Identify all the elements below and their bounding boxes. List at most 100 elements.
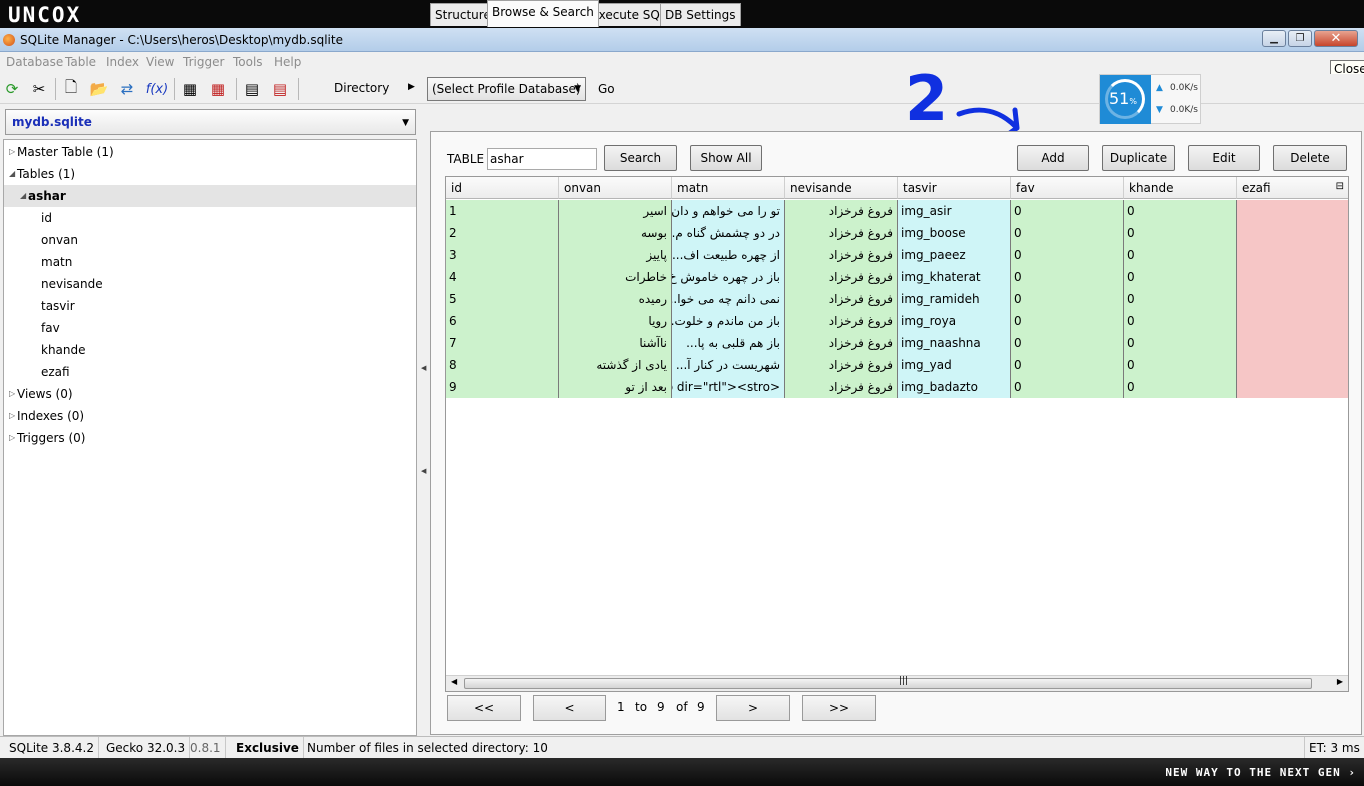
grid-cell-onvan[interactable]: یادی از گذشته [559, 354, 672, 376]
refresh-icon[interactable]: ⟳ [0, 78, 24, 100]
grid-cell-matn[interactable]: باز هم قلبی به پا... [672, 332, 785, 354]
tree-column[interactable]: nevisande [4, 273, 416, 295]
grid-cell-tasvir[interactable]: img_yad [898, 354, 1011, 376]
tree-column[interactable]: onvan [4, 229, 416, 251]
tab-db-settings[interactable]: DB Settings [660, 3, 741, 26]
grid-cell-onvan[interactable]: رویا [559, 310, 672, 332]
scrollbar-thumb[interactable]: ||| [464, 676, 1312, 689]
create-table-icon[interactable]: ▦ [178, 78, 202, 100]
grid-cell-fav[interactable]: 0 [1011, 266, 1124, 288]
grid-cell-onvan[interactable]: خاطرات [559, 266, 672, 288]
tree-column[interactable]: khande [4, 339, 416, 361]
menu-tools[interactable]: Tools [233, 55, 263, 69]
function-icon[interactable]: f(x) [143, 78, 171, 100]
tree-master-table[interactable]: ▷ Master Table (1) [4, 141, 416, 163]
grid-cell-tasvir[interactable]: img_boose [898, 222, 1011, 244]
grid-cell-id[interactable]: 9 [446, 376, 559, 398]
edit-button[interactable]: Edit [1188, 145, 1260, 171]
tree-column[interactable]: id [4, 207, 416, 229]
panel-splitter[interactable]: ◀ ◀ [420, 109, 428, 736]
grid-cell-matn[interactable]: باز من ماندم و خلوت... [672, 310, 785, 332]
menu-database[interactable]: Database [6, 55, 63, 69]
grid-cell-id[interactable]: 2 [446, 222, 559, 244]
duplicate-button[interactable]: Duplicate [1102, 145, 1175, 171]
tree-table-ashar[interactable]: ◢ ashar [4, 185, 416, 207]
grid-cell-ezafi[interactable] [1237, 310, 1348, 332]
grid-cell-ezafi[interactable] [1237, 376, 1348, 398]
connect-database-icon[interactable]: ⇄ [115, 78, 139, 100]
show-all-button[interactable]: Show All [690, 145, 762, 171]
grid-cell-khande[interactable]: 0 [1124, 266, 1237, 288]
tree-triggers[interactable]: ▷ Triggers (0) [4, 427, 416, 449]
grid-cell-onvan[interactable]: رمیده [559, 288, 672, 310]
grid-cell-id[interactable]: 4 [446, 266, 559, 288]
grid-cell-id[interactable]: 7 [446, 332, 559, 354]
scroll-left-icon[interactable]: ◀ [451, 677, 457, 686]
tab-browse-search[interactable]: Browse & Search [487, 0, 599, 27]
grid-cell-tasvir[interactable]: img_ramideh [898, 288, 1011, 310]
profile-database-select[interactable]: (Select Profile Database) ▼ [427, 77, 586, 101]
column-picker-icon[interactable]: ⊟ [1336, 181, 1344, 192]
menu-view[interactable]: View [146, 55, 174, 69]
grid-cell-tasvir[interactable]: img_paeez [898, 244, 1011, 266]
directory-button[interactable]: Directory [334, 81, 389, 95]
open-database-icon[interactable]: 📂 [87, 78, 111, 100]
grid-cell-nevisande[interactable]: فروغ فرخزاد [785, 244, 898, 266]
grid-cell-khande[interactable]: 0 [1124, 222, 1237, 244]
column-header-tasvir[interactable]: tasvir [898, 177, 1011, 199]
grid-cell-tasvir[interactable]: img_asir [898, 200, 1011, 222]
grid-cell-nevisande[interactable]: فروغ فرخزاد [785, 266, 898, 288]
grid-cell-fav[interactable]: 0 [1011, 222, 1124, 244]
drop-index-icon[interactable]: ▤ [268, 78, 292, 100]
grid-cell-ezafi[interactable] [1237, 354, 1348, 376]
grid-cell-id[interactable]: 6 [446, 310, 559, 332]
grid-cell-fav[interactable]: 0 [1011, 244, 1124, 266]
minimize-button[interactable]: ▁ [1262, 30, 1286, 47]
grid-cell-ezafi[interactable] [1237, 288, 1348, 310]
data-grid[interactable]: id onvan matn nevisande tasvir fav khande ezafi… [445, 176, 1349, 692]
column-header-onvan[interactable]: onvan [559, 177, 672, 199]
close-button[interactable]: ✕ [1314, 30, 1358, 47]
column-header-fav[interactable]: fav [1011, 177, 1124, 199]
column-header-matn[interactable]: matn [672, 177, 785, 199]
grid-cell-nevisande[interactable]: فروغ فرخزاد [785, 222, 898, 244]
grid-cell-id[interactable]: 3 [446, 244, 559, 266]
grid-cell-tasvir[interactable]: img_badazto [898, 376, 1011, 398]
grid-cell-fav[interactable]: 0 [1011, 354, 1124, 376]
next-page-button[interactable]: > [716, 695, 790, 721]
grid-cell-onvan[interactable]: اسیر [559, 200, 672, 222]
grid-cell-matn[interactable]: در دو چشمش گناه م... [672, 222, 785, 244]
grid-cell-matn[interactable]: نمی دانم چه می خوا... [672, 288, 785, 310]
tree-views[interactable]: ▷ Views (0) [4, 383, 416, 405]
grid-cell-ezafi[interactable] [1237, 200, 1348, 222]
menu-trigger[interactable]: Trigger [183, 55, 224, 69]
grid-cell-onvan[interactable]: ناآشنا [559, 332, 672, 354]
grid-cell-tasvir[interactable]: img_roya [898, 310, 1011, 332]
grid-cell-khande[interactable]: 0 [1124, 332, 1237, 354]
grid-cell-nevisande[interactable]: فروغ فرخزاد [785, 288, 898, 310]
prev-page-button[interactable]: < [533, 695, 606, 721]
tree-tables[interactable]: ◢ Tables (1) [4, 163, 416, 185]
go-button[interactable]: Go [598, 82, 615, 96]
column-header-ezafi[interactable]: ezafi [1237, 177, 1348, 199]
add-button[interactable]: Add [1017, 145, 1089, 171]
menu-help[interactable]: Help [274, 55, 301, 69]
grid-cell-ezafi[interactable] [1237, 244, 1348, 266]
last-page-button[interactable]: >> [802, 695, 876, 721]
create-index-icon[interactable]: ▤ [240, 78, 264, 100]
grid-cell-khande[interactable]: 0 [1124, 200, 1237, 222]
grid-cell-matn[interactable]: شهریست در کنار آ... [672, 354, 785, 376]
table-name-field[interactable]: ashar [487, 148, 597, 170]
grid-cell-matn[interactable]: تو را می خواهم و دان... [672, 200, 785, 222]
grid-cell-nevisande[interactable]: فروغ فرخزاد [785, 200, 898, 222]
grid-cell-matn[interactable]: <p dir="rtl"><stro... [672, 376, 785, 398]
grid-cell-khande[interactable]: 0 [1124, 288, 1237, 310]
database-select[interactable]: mydb.sqlite ▼ [5, 109, 416, 135]
grid-cell-id[interactable]: 5 [446, 288, 559, 310]
grid-cell-onvan[interactable]: پاییز [559, 244, 672, 266]
tree-column[interactable]: matn [4, 251, 416, 273]
grid-cell-ezafi[interactable] [1237, 222, 1348, 244]
scroll-right-icon[interactable]: ▶ [1337, 677, 1343, 686]
tab-structure[interactable]: Structure [430, 3, 496, 26]
grid-cell-fav[interactable]: 0 [1011, 376, 1124, 398]
